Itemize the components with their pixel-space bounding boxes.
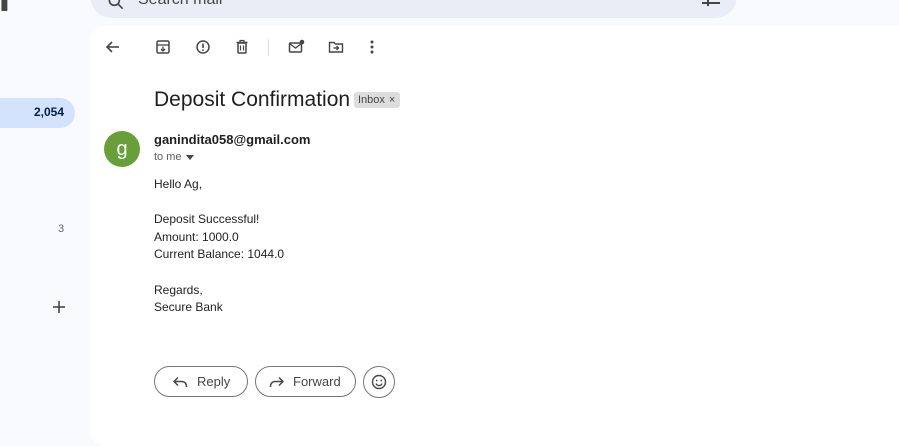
body-blank-line <box>154 194 284 212</box>
sidebar-item-count: 3 <box>58 223 65 235</box>
forward-icon <box>269 376 284 387</box>
mark-unread-button[interactable] <box>285 36 307 58</box>
emoji-icon <box>371 374 387 390</box>
search-options-icon[interactable] <box>700 0 722 8</box>
search-input[interactable]: Search mail <box>138 0 222 9</box>
report-spam-button[interactable] <box>192 36 214 58</box>
menu-icon[interactable]: ▮ <box>0 0 9 14</box>
move-to-button[interactable] <box>325 36 347 58</box>
chevron-down-icon <box>185 154 194 160</box>
avatar[interactable]: g <box>104 131 140 167</box>
more-options-button[interactable] <box>361 36 383 58</box>
mark-unread-icon <box>288 39 304 53</box>
sidebar-item-inbox[interactable]: 2,054 <box>0 98 75 128</box>
archive-icon <box>156 40 170 54</box>
move-to-icon <box>328 41 344 53</box>
toolbar-divider <box>268 39 269 56</box>
inbox-unread-count: 2,054 <box>33 105 64 119</box>
remove-label-icon[interactable]: × <box>389 92 395 108</box>
search-icon[interactable] <box>106 0 126 12</box>
body-greeting: Hello Ag, <box>154 177 203 191</box>
body-line: Amount: 1000.0 <box>154 229 239 244</box>
label-chip-inbox[interactable]: Inbox × <box>354 92 401 108</box>
plus-icon <box>53 301 65 313</box>
back-arrow-icon <box>105 41 119 53</box>
forward-button[interactable]: Forward <box>255 366 356 397</box>
more-vert-icon <box>370 40 374 54</box>
body-line: Current Balance: 1044.0 <box>154 247 285 262</box>
email-body: Hello Ag, Deposit Successful! Amount: 10… <box>154 176 284 317</box>
report-spam-icon <box>196 40 210 54</box>
sender-email[interactable]: ganindita058@gmail.com <box>154 132 310 147</box>
body-blank-line <box>154 264 284 282</box>
emoji-reaction-button[interactable] <box>363 366 395 398</box>
add-label-button[interactable] <box>48 296 70 318</box>
archive-button[interactable] <box>152 36 174 58</box>
reply-label: Reply <box>197 374 231 389</box>
recipient-details-toggle[interactable]: to me <box>154 151 194 163</box>
recipient-text: to me <box>154 151 182 163</box>
body-signoff: Regards, <box>154 282 203 297</box>
delete-icon <box>236 39 248 54</box>
forward-label: Forward <box>293 374 341 389</box>
reply-button[interactable]: Reply <box>154 366 248 397</box>
label-chip-text: Inbox <box>358 94 385 106</box>
back-button[interactable] <box>102 36 124 58</box>
body-line: Deposit Successful! <box>154 212 260 227</box>
delete-button[interactable] <box>231 36 253 58</box>
body-signature: Secure Bank <box>154 300 223 315</box>
reply-icon <box>173 376 188 387</box>
email-subject: Deposit Confirmation <box>154 88 351 111</box>
